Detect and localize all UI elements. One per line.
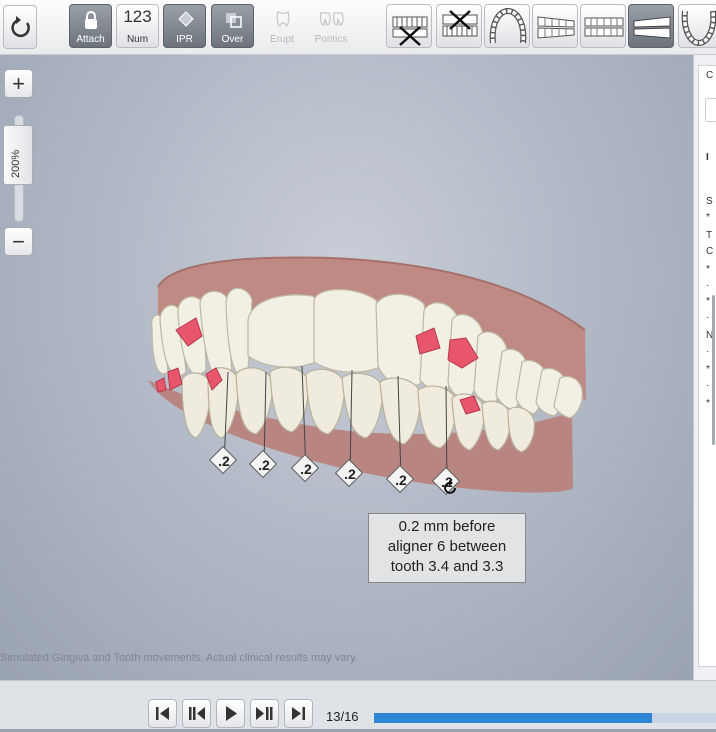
info-line: C bbox=[706, 246, 714, 257]
dental-model[interactable] bbox=[0, 55, 693, 680]
info-line: · bbox=[706, 380, 710, 391]
ipr-value: .2 bbox=[300, 461, 312, 477]
info-line: * bbox=[706, 364, 710, 375]
pontics-button[interactable]: Pontics bbox=[308, 4, 354, 48]
pontics-icon bbox=[320, 12, 344, 26]
ipr-marker[interactable]: .2 bbox=[290, 453, 320, 483]
stage-progress-fill bbox=[374, 713, 652, 723]
ipr-value: .2 bbox=[344, 466, 356, 482]
rotate-icon bbox=[11, 16, 30, 38]
ipr-marker[interactable]: .2 bbox=[385, 464, 415, 494]
num-icon: 123 bbox=[123, 7, 152, 26]
lower-arch-view-icon bbox=[681, 10, 716, 47]
skip-to-start-icon bbox=[156, 707, 169, 720]
stage-progress-bar[interactable] bbox=[374, 713, 716, 723]
last-stage-button[interactable] bbox=[284, 699, 313, 728]
ipr-diamond-icon bbox=[178, 11, 194, 27]
right-view-button[interactable] bbox=[532, 4, 578, 48]
front-view-icon bbox=[584, 17, 624, 37]
info-heading: I bbox=[706, 152, 709, 163]
zoom-in-button[interactable]: + bbox=[4, 69, 33, 98]
hide-upper-button[interactable] bbox=[386, 4, 432, 48]
reset-view-button[interactable] bbox=[3, 5, 37, 49]
ipr-tooltip: 0.2 mm before aligner 6 between tooth 3.… bbox=[368, 513, 526, 583]
hide-lower-button[interactable] bbox=[436, 4, 482, 48]
ipr-value: .2 bbox=[395, 472, 407, 488]
ipr-marker[interactable]: .2 bbox=[248, 449, 278, 479]
info-line: * bbox=[706, 296, 710, 307]
overlay-button[interactable]: Over bbox=[211, 4, 254, 48]
attach-button[interactable]: Attach bbox=[69, 4, 112, 48]
lock-icon bbox=[85, 11, 97, 29]
previous-stage-button[interactable] bbox=[182, 699, 211, 728]
info-panel: C I S * T C * · * · N · * · * bbox=[693, 55, 716, 680]
info-line: S bbox=[706, 196, 713, 207]
left-view-button[interactable] bbox=[628, 4, 674, 48]
ipr-value: .2 bbox=[258, 457, 270, 473]
info-line: * bbox=[706, 398, 710, 409]
info-line: * bbox=[706, 212, 710, 223]
info-line: T bbox=[706, 230, 713, 241]
tooltip-line-2: aligner 6 between bbox=[387, 538, 507, 555]
ipr-marker[interactable]: .2 bbox=[208, 445, 238, 475]
info-line: · bbox=[706, 312, 710, 323]
play-button[interactable] bbox=[216, 699, 245, 728]
attach-label: Attach bbox=[76, 34, 105, 45]
first-stage-button[interactable] bbox=[148, 699, 177, 728]
ipr-label: IPR bbox=[176, 34, 193, 45]
tooltip-line-3: tooth 3.4 and 3.3 bbox=[390, 558, 504, 575]
upper-arch-view-icon bbox=[489, 7, 527, 44]
next-stage-button[interactable] bbox=[250, 699, 279, 728]
rotate-cursor-icon bbox=[444, 480, 456, 494]
info-line: · bbox=[706, 280, 710, 291]
play-icon bbox=[226, 706, 237, 721]
step-forward-icon bbox=[256, 707, 273, 720]
left-side-view-icon bbox=[633, 16, 671, 39]
info-panel-field[interactable] bbox=[705, 98, 716, 122]
stage-counter: 13/16 bbox=[326, 709, 359, 724]
overlay-icon bbox=[226, 13, 242, 28]
occlusal-upper-view-button[interactable] bbox=[484, 4, 530, 48]
step-back-icon bbox=[189, 707, 205, 720]
tooltip-line-1: 0.2 mm before bbox=[398, 518, 496, 535]
3d-viewport[interactable]: .2 .2 .2 .2 .2 .2 + 200% − 0.2 mm before… bbox=[0, 55, 693, 680]
playback-bar: 13/16 bbox=[0, 680, 716, 729]
erupt-label: Erupt bbox=[270, 34, 294, 45]
zoom-level: 200% bbox=[10, 149, 22, 178]
front-view-button[interactable] bbox=[580, 4, 626, 48]
info-panel-tab[interactable]: C bbox=[706, 70, 713, 81]
occlusal-lower-view-button[interactable] bbox=[678, 4, 716, 48]
ipr-button[interactable]: IPR bbox=[163, 4, 206, 48]
num-button[interactable]: 123 Num bbox=[116, 4, 159, 48]
pontics-label: Pontics bbox=[314, 34, 348, 45]
overlay-label: Over bbox=[221, 34, 244, 45]
info-line: · bbox=[706, 346, 710, 357]
erupt-button[interactable]: Erupt bbox=[262, 4, 302, 48]
ipr-marker[interactable]: .2 bbox=[334, 458, 364, 488]
info-line: * bbox=[706, 264, 710, 275]
info-panel-scrollbar[interactable] bbox=[712, 295, 715, 445]
disclaimer-text: Simulated Gingiva and Tooth movements. A… bbox=[0, 652, 358, 664]
erupt-tooth-icon bbox=[276, 11, 290, 27]
num-label: Num bbox=[126, 34, 149, 45]
ipr-value: .2 bbox=[218, 453, 230, 469]
hide-upper-arch-icon bbox=[392, 16, 428, 46]
zoom-out-button[interactable]: − bbox=[4, 227, 33, 256]
toolbar: Attach 123 Num IPR Over Erupt Pontics bbox=[0, 0, 716, 55]
skip-to-end-icon bbox=[292, 707, 305, 720]
zoom-slider-thumb[interactable]: 200% bbox=[3, 125, 33, 185]
hide-lower-arch-icon bbox=[442, 10, 478, 37]
right-side-view-icon bbox=[537, 16, 575, 39]
